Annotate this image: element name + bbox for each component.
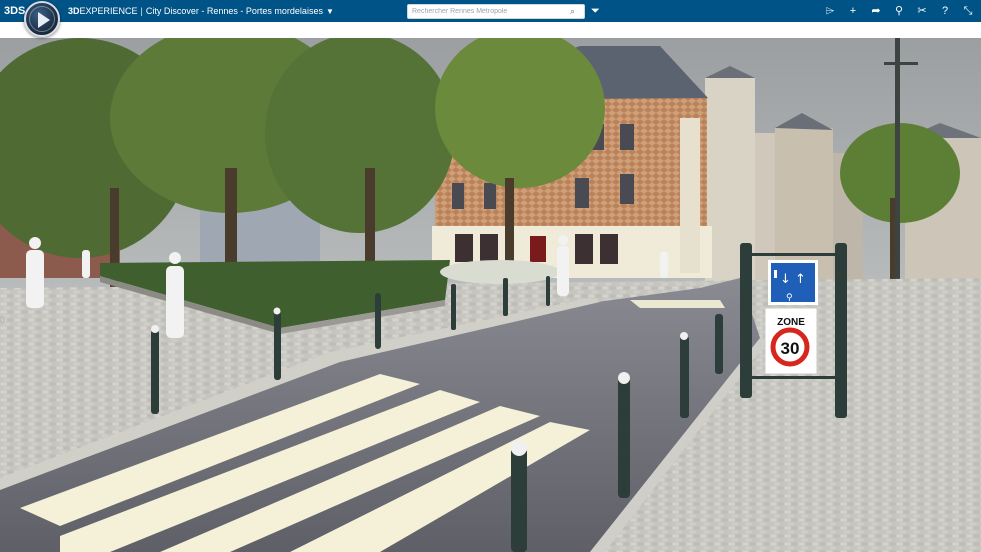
share-icon[interactable]: ➦ <box>869 4 883 18</box>
chevron-down-icon[interactable]: ▼ <box>326 1 334 23</box>
sign-arrows: ↓ ↑ <box>780 272 806 287</box>
chevron-left-icon[interactable]: ‹ <box>1 313 9 325</box>
network-share-icon[interactable]: ⚲ <box>892 4 906 18</box>
tag-icon[interactable]: ⏷ <box>591 4 603 18</box>
add-icon[interactable]: + <box>846 4 860 18</box>
bookmark-tag-icon[interactable]: ⌲ <box>823 4 837 18</box>
speed-limit-value: 30 <box>781 339 800 358</box>
help-icon[interactable]: ? <box>938 4 952 18</box>
street-light-arm <box>884 62 918 65</box>
app-title[interactable]: 3DEXPERIENCE | City Discover - Rennes - Po… <box>68 0 334 22</box>
title-separator: | <box>140 6 143 16</box>
sign-frame-top <box>752 253 837 256</box>
top-bar: 3DS 3DEXPERIENCE | City Discover - Rennes … <box>0 0 981 37</box>
search-input[interactable] <box>412 6 562 17</box>
search-icon[interactable]: ⌕ <box>570 6 580 17</box>
city-scene: ↓ ↑ ⚲ ZONE 30 <box>0 38 981 552</box>
dassault-logo-icon[interactable]: 3DS <box>4 3 25 19</box>
street-light-pole <box>895 38 900 288</box>
collapse-icon[interactable]: ⤡ <box>961 4 975 18</box>
sub-bar <box>0 22 981 38</box>
right-toolbar: ⌲ + ➦ ⚲ ✂ ? ⤡ <box>823 0 975 22</box>
search-box[interactable]: ⌕ <box>407 4 585 19</box>
compass-widget[interactable] <box>24 1 60 37</box>
bike-icon: ⚲ <box>786 293 793 303</box>
sign-frame-bottom <box>752 376 837 379</box>
brand-bold: 3D <box>68 6 80 16</box>
play-icon <box>38 12 50 28</box>
brand-rest: EXPERIENCE <box>79 6 138 16</box>
app-name: City Discover - Rennes - Portes mordelai… <box>145 6 323 16</box>
zone-label: ZONE <box>777 317 805 328</box>
3d-viewport[interactable]: ↓ ↑ ⚲ ZONE 30 ‹ <box>0 38 981 552</box>
tools-icon[interactable]: ✂ <box>915 4 929 18</box>
